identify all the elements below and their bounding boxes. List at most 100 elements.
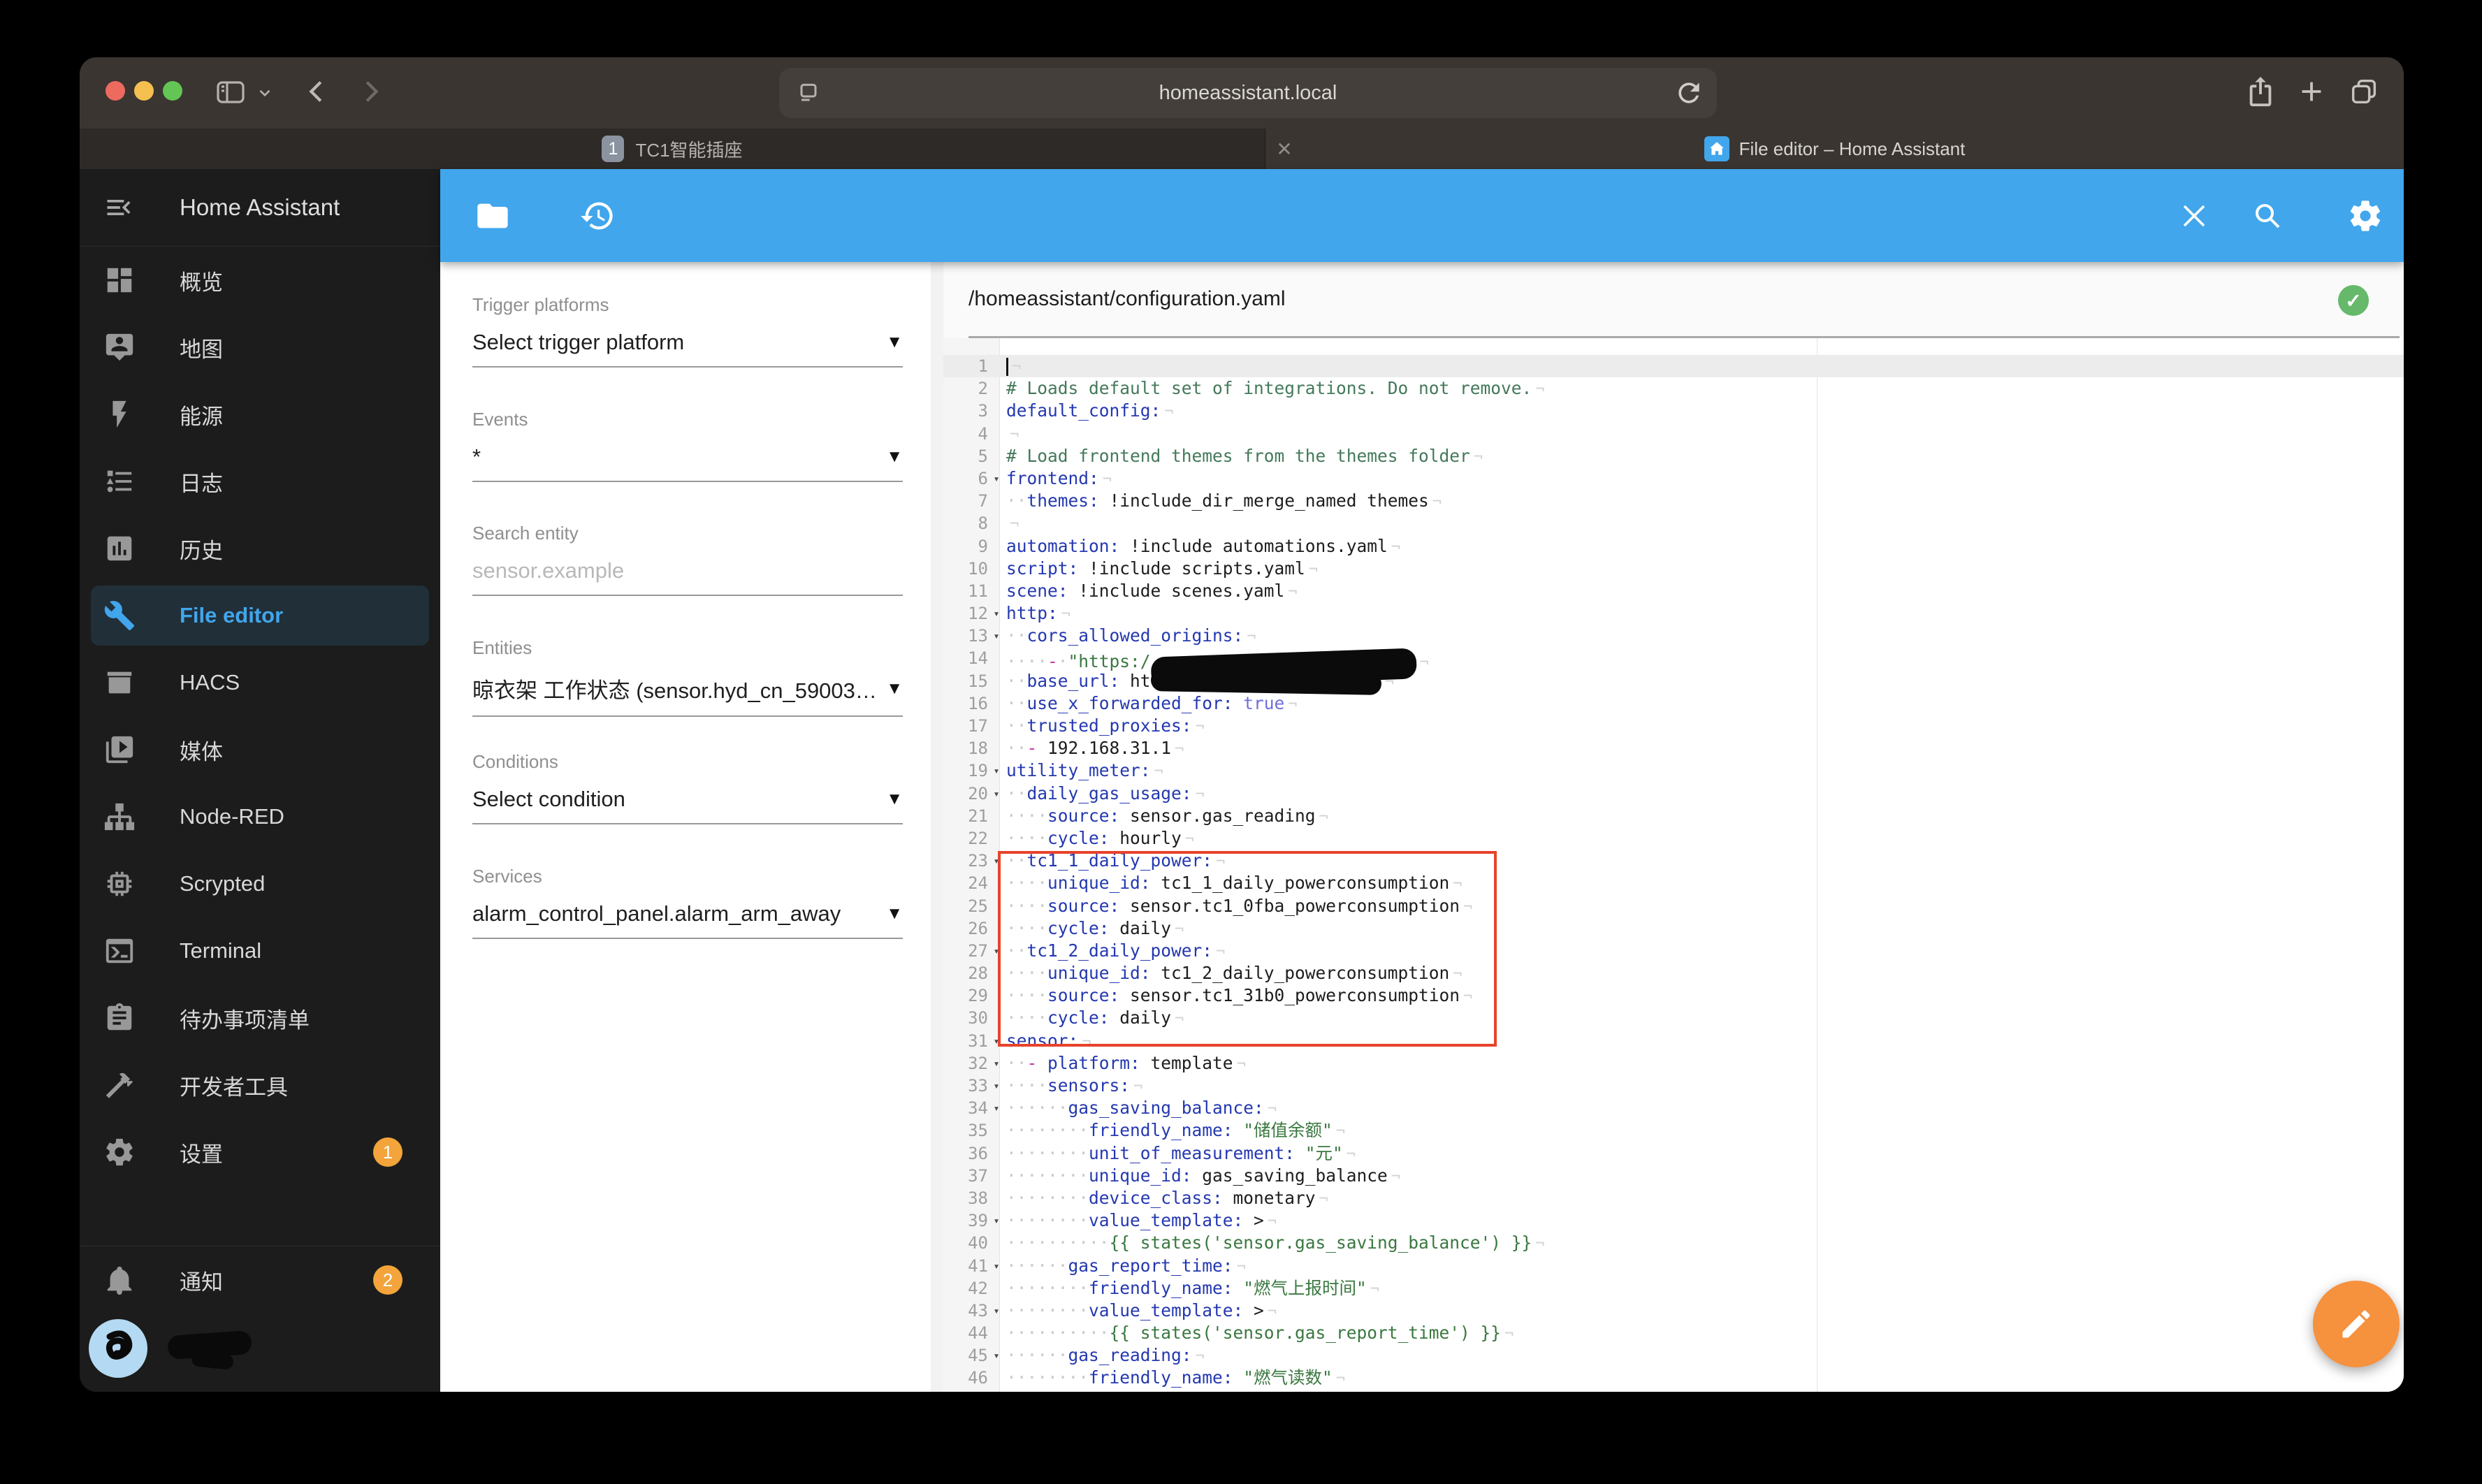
history-icon[interactable] [579,198,616,234]
code-line-44[interactable]: 44 ··········{{ states('sensor.gas_report… [943,1322,2404,1344]
code-line-4[interactable]: 4 ¬ [943,423,2404,445]
new-tab-icon[interactable] [2295,75,2328,108]
fold-arrow-icon[interactable]: ▾ [988,1344,1005,1367]
user-profile[interactable] [80,1314,440,1392]
token-k: themes: [1026,490,1099,511]
sidebar-item-能源[interactable]: 能源 [80,381,440,448]
code-line-12[interactable]: 12 ▾ http: ¬ [943,602,2404,625]
code-line-15[interactable]: 15 ··base_url: ht ¬ [943,668,2404,695]
edit-fab-button[interactable] [2313,1281,2400,1367]
code-line-36[interactable]: 36 ········unit_of_measurement: "元" ¬ [943,1142,2404,1165]
code-line-9[interactable]: 9 automation: !include automations.yaml ¬ [943,535,2404,558]
folder-icon[interactable] [474,198,511,234]
code-editor[interactable]: 1 ¬ 2 # Loads default set of integrations. … [943,338,2404,1392]
code-line-40[interactable]: 40 ··········{{ states('sensor.gas_saving… [943,1232,2404,1254]
search-icon[interactable] [2251,199,2284,233]
code-line-20[interactable]: 20 ▾ ··daily_gas_usage: ¬ [943,783,2404,805]
code-line-46[interactable]: 46 ········friendly_name: "燃气读数" ¬ [943,1367,2404,1389]
sidebar-item-日志[interactable]: 日志 [80,448,440,515]
zoom-window-button[interactable] [163,81,182,101]
sidebar-item-hacs[interactable]: HACS [80,649,440,716]
fold-arrow-icon[interactable]: ▾ [988,783,1005,805]
code-line-10[interactable]: 10 script: !include scripts.yaml ¬ [943,558,2404,580]
code-line-19[interactable]: 19 ▾ utility_meter: ¬ [943,759,2404,782]
token-w: ······ [1006,1098,1068,1119]
text-input[interactable]: sensor.example [472,558,903,583]
sidebar-item-概览[interactable]: 概览 [80,247,440,314]
code-line-21[interactable]: 21 ····source: sensor.gas_reading ¬ [943,805,2404,827]
fold-arrow-icon[interactable]: ▾ [988,1255,1005,1277]
code-line-13[interactable]: 13 ▾ ··cors_allowed_origins: ¬ [943,625,2404,647]
code-line-14[interactable]: 14 ····-·"https:/ ¬ [943,647,2404,689]
file-path-bar[interactable]: /homeassistant/configuration.yaml ✓ [943,262,2404,338]
fold-arrow-icon[interactable]: ▾ [988,1097,1005,1119]
code-line-38[interactable]: 38 ········device_class: monetary ¬ [943,1187,2404,1209]
sidebar-item-notifications[interactable]: 通知 2 [80,1246,440,1314]
select-input[interactable]: Select condition ▼ [472,787,903,812]
sidebar-item-媒体[interactable]: 媒体 [80,716,440,783]
share-icon[interactable] [2244,75,2277,108]
tab-overview-icon[interactable] [2348,75,2380,108]
code-line-5[interactable]: 5 # Load frontend themes from the themes … [943,445,2404,467]
code-line-2[interactable]: 2 # Loads default set of integrations. Do… [943,377,2404,400]
code-line-18[interactable]: 18 ··- 192.168.31.1 ¬ [943,737,2404,759]
sidebar-item-开发者工具[interactable]: 开发者工具 [80,1052,440,1119]
code-line-11[interactable]: 11 scene: !include scenes.yaml ¬ [943,580,2404,602]
code-line-6[interactable]: 6 ▾ frontend: ¬ [943,467,2404,490]
code-line-45[interactable]: 45 ▾ ······gas_reading: ¬ [943,1344,2404,1367]
code-line-32[interactable]: 32 ▾ ··- platform: template ¬ [943,1052,2404,1075]
code-line-16[interactable]: 16 ··use_x_forwarded_for: true ¬ [943,692,2404,715]
sidebar-item-label: 待办事项清单 [180,1007,310,1033]
sidebar-item-地图[interactable]: 地图 [80,314,440,381]
select-input[interactable]: Select trigger platform ▼ [472,330,903,355]
code-line-42[interactable]: 42 ········friendly_name: "燃气上报时间" ¬ [943,1277,2404,1300]
gear-icon[interactable] [2347,198,2383,234]
sidebar-item-node-red[interactable]: Node-RED [80,783,440,850]
fold-arrow-icon[interactable]: ▾ [988,1075,1005,1097]
close-window-button[interactable] [106,81,125,101]
fold-arrow-icon[interactable]: ▾ [988,759,1005,782]
fold-arrow-icon[interactable]: ▾ [988,1209,1005,1232]
tab-tc1-smart-plug[interactable]: 1 TC1智能插座 [80,129,1265,169]
panel-scrollbar[interactable] [931,262,943,1392]
code-line-39[interactable]: 39 ▾ ········value_template: > ¬ [943,1209,2404,1232]
sidebar-item-待办事项清单[interactable]: 待办事项清单 [80,984,440,1052]
code-line-35[interactable]: 35 ········friendly_name: "储值余额" ¬ [943,1119,2404,1142]
chevron-down-icon[interactable] [256,84,274,102]
back-icon[interactable] [302,75,334,108]
tab-file-editor[interactable]: ✕ File editor – Home Assistant [1265,129,2404,169]
code-line-22[interactable]: 22 ····cycle: hourly ¬ [943,827,2404,850]
code-line-3[interactable]: 3 default_config: ¬ [943,400,2404,422]
sidebar-item-scrypted[interactable]: Scrypted [80,850,440,917]
sidebar-toggle-icon[interactable] [214,75,247,109]
fold-arrow-icon[interactable]: ▾ [988,467,1005,490]
code-line-37[interactable]: 37 ········unique_id: gas_saving_balance ¬ [943,1165,2404,1187]
fold-arrow-icon[interactable]: ▾ [988,1052,1005,1075]
fold-arrow-icon[interactable]: ▾ [988,602,1005,625]
reload-icon[interactable] [1674,78,1704,108]
close-icon[interactable] [2177,199,2211,233]
select-input[interactable]: * ▼ [472,444,903,470]
fold-arrow-icon[interactable]: ▾ [988,1300,1005,1322]
code-line-43[interactable]: 43 ▾ ········value_template: > ¬ [943,1300,2404,1322]
sidebar-item-file-editor[interactable]: File editor [80,582,440,649]
menu-collapse-icon[interactable] [103,192,134,223]
code-line-1[interactable]: 1 ¬ [943,355,2404,378]
token-w: ········ [1006,1120,1089,1141]
fold-arrow-icon[interactable]: ▾ [988,625,1005,647]
code-line-7[interactable]: 7 ··themes: !include_dir_merge_named them… [943,490,2404,512]
code-line-17[interactable]: 17 ··trusted_proxies: ¬ [943,715,2404,737]
sidebar-item-terminal[interactable]: Terminal [80,917,440,984]
address-bar[interactable]: homeassistant.local [779,68,1717,118]
code-line-34[interactable]: 34 ▾ ······gas_saving_balance: ¬ [943,1097,2404,1119]
forward-icon[interactable] [354,75,386,108]
code-line-8[interactable]: 8 ¬ [943,512,2404,534]
minimize-window-button[interactable] [134,81,154,101]
select-input[interactable]: 晾衣架 工作状态 (sensor.hyd_cn_5900341... ▼ [472,673,903,704]
select-input[interactable]: alarm_control_panel.alarm_arm_away ▼ [472,901,903,926]
tab-close-icon[interactable]: ✕ [1272,137,1296,161]
sidebar-item-设置[interactable]: 设置 1 [80,1119,440,1186]
code-line-41[interactable]: 41 ▾ ······gas_report_time: ¬ [943,1255,2404,1277]
sidebar-item-历史[interactable]: 历史 [80,515,440,582]
code-line-33[interactable]: 33 ▾ ····sensors: ¬ [943,1075,2404,1097]
